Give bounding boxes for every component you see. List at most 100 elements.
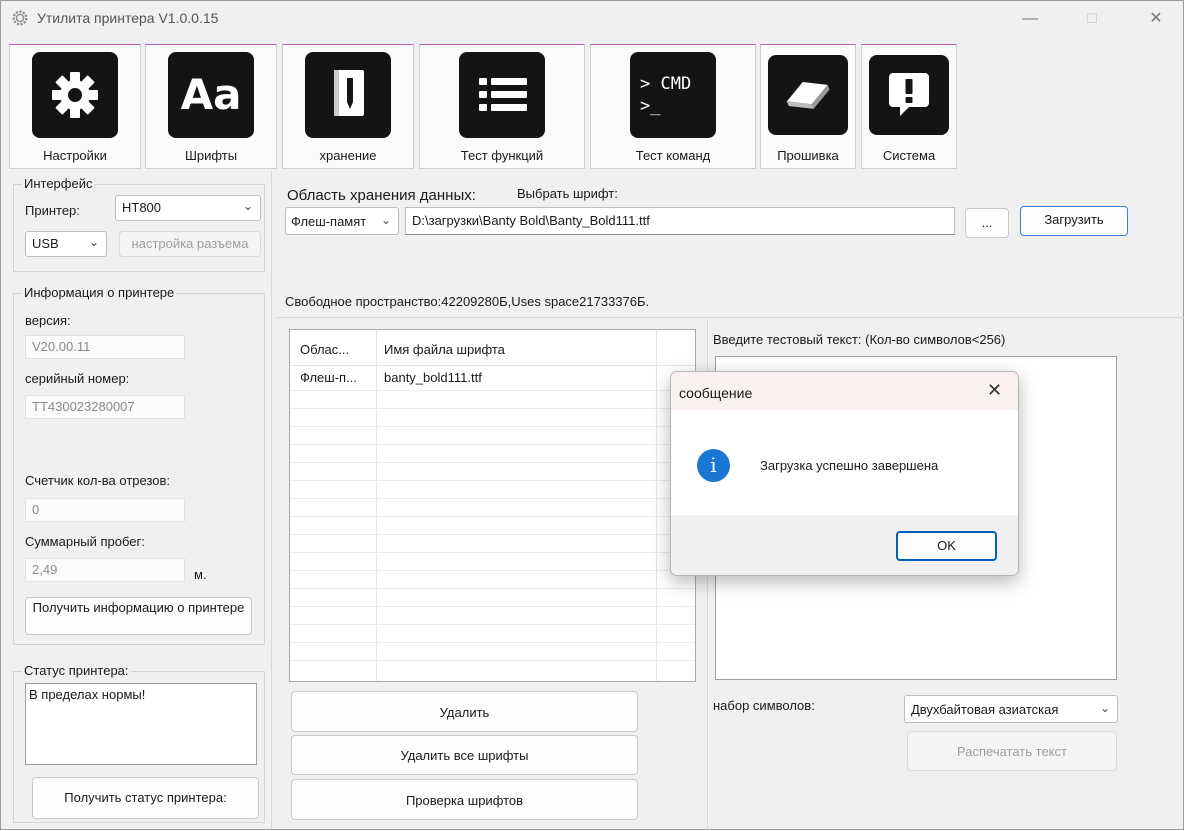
table-header-area[interactable]: Облас... — [300, 342, 374, 357]
table-column-divider — [656, 330, 657, 681]
serial-field: TT430023280007 — [25, 395, 185, 419]
table-cell-area: Флеш-п... — [300, 370, 357, 385]
notebook-icon — [305, 52, 391, 138]
delete-button[interactable]: Удалить — [291, 691, 638, 732]
interface-group-title: Интерфейс — [22, 176, 95, 191]
cut-counter-field: 0 — [25, 498, 185, 522]
table-column-divider — [376, 330, 377, 681]
version-field: V20.00.11 — [25, 335, 185, 359]
font-icon: Aa — [168, 52, 254, 138]
printer-info-group-title: Информация о принтере — [22, 285, 177, 300]
port-select[interactable]: USB ⌄ — [25, 231, 107, 257]
font-path-input[interactable]: D:\загрузки\Banty Bold\Banty_Bold111.ttf — [405, 207, 955, 235]
print-text-button[interactable]: Распечатать текст — [907, 731, 1117, 771]
row-divider — [290, 606, 695, 607]
table-header-filename[interactable]: Имя файла шрифта — [384, 342, 505, 357]
info-icon: i — [697, 449, 730, 482]
printer-label: Принтер: — [25, 203, 80, 218]
dialog-title: сообщение — [679, 385, 753, 401]
ok-button[interactable]: OK — [896, 531, 997, 561]
toolbar-storage[interactable]: хранение — [282, 44, 414, 169]
toolbar-label: Прошивка — [777, 148, 839, 163]
charset-select[interactable]: Двухбайтовая азиатская ⌄ — [904, 695, 1118, 723]
storage-area-value: Флеш-памят — [291, 214, 367, 229]
row-divider — [290, 408, 695, 409]
row-divider — [290, 426, 695, 427]
row-divider — [290, 444, 695, 445]
close-button[interactable]: ✕ — [1133, 5, 1179, 33]
toolbar-label: Шрифты — [184, 148, 238, 163]
toolbar-label: Система — [882, 148, 936, 163]
chip-icon — [768, 55, 848, 135]
pane-divider — [271, 171, 272, 829]
font-table[interactable]: Облас... Имя файла шрифта Флеш-п... bant… — [289, 329, 696, 682]
storage-area-select[interactable]: Флеш-памят ⌄ — [285, 207, 399, 235]
row-divider — [290, 624, 695, 625]
dialog-close-button[interactable]: ✕ — [987, 380, 1002, 401]
upload-button[interactable]: Загрузить — [1020, 206, 1128, 236]
mileage-unit: м. — [194, 567, 207, 582]
serial-label: серийный номер: — [25, 371, 130, 386]
terminal-line-2: >_ — [640, 96, 661, 116]
printer-status-group-title: Статус принтера: — [22, 663, 131, 678]
toolbar-label: Тест функций — [460, 148, 544, 163]
version-label: версия: — [25, 313, 71, 328]
toolbar-firmware[interactable]: Прошивка — [760, 44, 856, 169]
row-divider — [290, 480, 695, 481]
terminal-line-1: > CMD — [640, 74, 692, 94]
section-divider — [277, 317, 1184, 318]
check-fonts-button[interactable]: Проверка шрифтов — [291, 779, 638, 820]
status-textarea[interactable]: В пределах нормы! — [25, 683, 257, 765]
delete-all-fonts-button[interactable]: Удалить все шрифты — [291, 735, 638, 775]
toolbar-settings[interactable]: Настройки — [9, 44, 141, 169]
toolbar-label: Настройки — [43, 148, 107, 163]
mileage-field: 2,49 — [25, 558, 185, 582]
font-icon-glyph: Aa — [180, 70, 242, 119]
toolbar-system[interactable]: Система — [861, 44, 957, 169]
row-divider — [290, 534, 695, 535]
get-printer-info-button[interactable]: Получить информацию о принтере — [25, 597, 252, 635]
app-window: Утилита принтера V1.0.0.15 — ☐ ✕ Настрой… — [0, 0, 1184, 831]
maximize-button[interactable]: ☐ — [1069, 5, 1115, 33]
row-divider — [290, 660, 695, 661]
chevron-down-icon: ⌄ — [380, 213, 391, 227]
row-divider — [290, 588, 695, 589]
test-text-label: Введите тестовый текст: (Кол-во символов… — [713, 332, 1006, 347]
choose-font-label: Выбрать шрифт: — [517, 186, 618, 201]
storage-area-label: Область хранения данных: — [287, 187, 476, 204]
chevron-down-icon: ⌄ — [242, 199, 253, 213]
dialog-message: Загрузка успешно завершена — [760, 458, 939, 473]
table-cell-filename: banty_bold111.ttf — [384, 370, 482, 385]
cut-counter-label: Счетчик кол-ва отрезов: — [25, 473, 171, 488]
printer-select[interactable]: HT800 ⌄ — [115, 195, 261, 221]
minimize-button[interactable]: — — [1007, 5, 1053, 33]
row-divider — [290, 390, 695, 391]
alert-icon — [869, 55, 949, 135]
printer-select-value: HT800 — [122, 200, 162, 215]
row-divider — [290, 498, 695, 499]
chevron-down-icon: ⌄ — [1099, 701, 1110, 715]
settings-gear-icon — [32, 52, 118, 138]
port-select-value: USB — [32, 236, 59, 251]
charset-label: набор символов: — [713, 698, 815, 713]
get-status-button[interactable]: Получить статус принтера: — [32, 777, 259, 819]
row-divider — [290, 516, 695, 517]
title-bar: Утилита принтера V1.0.0.15 — ☐ ✕ — [1, 1, 1183, 35]
app-icon — [12, 10, 28, 26]
toolbar-fonts[interactable]: Aa Шрифты — [145, 44, 277, 169]
message-dialog: сообщение ✕ i Загрузка успешно завершена… — [670, 371, 1019, 576]
mileage-label: Суммарный пробег: — [25, 534, 145, 549]
terminal-icon: > CMD >_ — [630, 52, 716, 138]
charset-select-value: Двухбайтовая азиатская — [911, 702, 1059, 717]
port-settings-button[interactable]: настройка разъема — [119, 231, 261, 257]
window-title: Утилита принтера V1.0.0.15 — [37, 10, 219, 26]
row-divider — [290, 570, 695, 571]
chevron-down-icon: ⌄ — [88, 235, 99, 249]
free-space-label: Свободное пространство:42209280Б,Uses sp… — [285, 294, 650, 309]
row-divider — [290, 552, 695, 553]
row-divider — [290, 462, 695, 463]
toolbar-label: хранение — [319, 148, 377, 163]
browse-button[interactable]: ... — [965, 208, 1009, 238]
toolbar-function-test[interactable]: Тест функций — [419, 44, 585, 169]
toolbar-command-test[interactable]: > CMD >_ Тест команд — [590, 44, 756, 169]
